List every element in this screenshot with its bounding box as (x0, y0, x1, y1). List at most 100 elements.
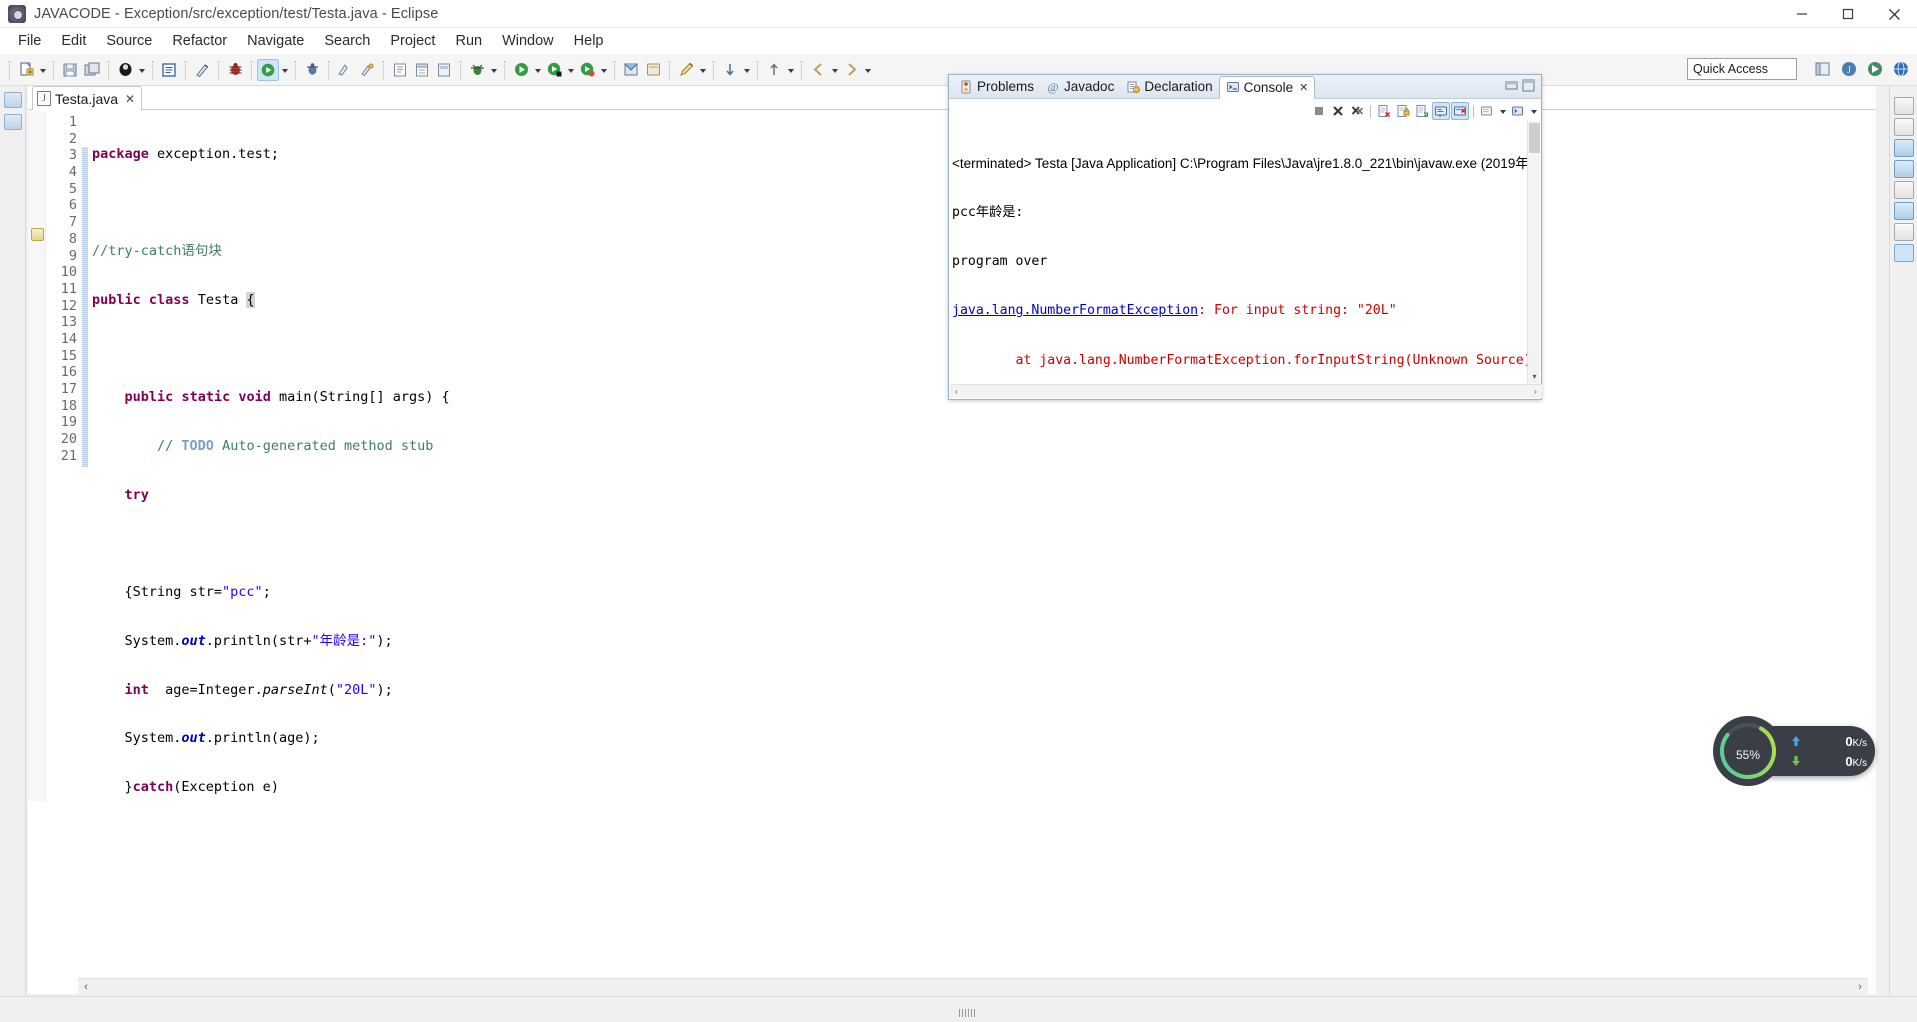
menu-refactor[interactable]: Refactor (162, 29, 237, 53)
remove-all-terminated-button[interactable] (1348, 102, 1366, 120)
next-annotation-dropdown-icon[interactable] (741, 59, 752, 81)
scroll-right-icon[interactable]: › (1529, 387, 1542, 396)
outline-rail-icon[interactable] (3, 114, 22, 130)
close-button[interactable] (1871, 0, 1917, 28)
search-pencil-icon[interactable] (675, 59, 697, 81)
remove-launch-button[interactable] (1329, 102, 1347, 120)
hierarchy-view-icon[interactable] (1893, 181, 1914, 199)
editor-tab-testa-java[interactable]: J Testa.java ✕ (32, 86, 143, 110)
back-nav-dropdown-icon[interactable] (829, 59, 840, 81)
menu-file[interactable]: File (8, 29, 51, 53)
toggle-mark-occurrences-icon[interactable] (191, 59, 213, 81)
run-history-icon[interactable] (543, 59, 565, 81)
menu-edit[interactable]: Edit (51, 29, 96, 53)
open-console-button[interactable] (1509, 102, 1527, 120)
scroll-left-icon[interactable]: ‹ (78, 981, 94, 993)
show-console-on-output-button[interactable] (1432, 102, 1450, 120)
open-type-icon[interactable] (158, 59, 180, 81)
run-external-tools-icon[interactable] (257, 58, 279, 81)
pin-console-button[interactable] (1451, 102, 1469, 120)
next-annotation-icon[interactable] (719, 59, 741, 81)
back-nav-icon[interactable] (807, 59, 829, 81)
scroll-right-icon[interactable]: › (1852, 981, 1868, 993)
clear-console-button[interactable] (1375, 102, 1393, 120)
menu-project[interactable]: Project (380, 29, 445, 53)
task-list-icon[interactable] (411, 59, 433, 81)
menu-help[interactable]: Help (564, 29, 614, 53)
debug-perspective-switch-icon[interactable] (1863, 57, 1887, 81)
javadoc-view-icon[interactable] (1893, 223, 1914, 241)
forward-nav-dropdown-icon[interactable] (862, 59, 873, 81)
open-perspective-icon[interactable] (620, 59, 642, 81)
outline-view-icon[interactable] (1893, 139, 1914, 157)
browser-perspective-icon[interactable] (1889, 57, 1913, 81)
new-wizard-dropdown-icon[interactable] (37, 59, 48, 81)
tab-declaration[interactable]: Declaration (1120, 75, 1218, 98)
problems-view-icon[interactable] (1893, 202, 1914, 220)
menu-window[interactable]: Window (492, 29, 564, 53)
console-horizontal-scrollbar[interactable]: ‹ › (950, 384, 1542, 398)
coverage-icon[interactable] (301, 59, 323, 81)
editor-horizontal-scrollbar[interactable]: ‹ › (78, 978, 1868, 994)
external-tools-dropdown-icon[interactable] (279, 59, 290, 81)
minimize-view-icon[interactable] (1893, 97, 1914, 115)
close-icon[interactable]: ✕ (1299, 81, 1308, 94)
customize-perspective-icon[interactable] (642, 59, 664, 81)
package-explorer-view-icon[interactable] (1893, 160, 1914, 178)
package-explorer-rail-icon[interactable] (3, 92, 22, 108)
run-configurations-icon[interactable] (576, 59, 598, 81)
tab-console[interactable]: Console ✕ (1218, 75, 1316, 99)
debug-bug-icon[interactable] (224, 59, 246, 81)
new-package-icon[interactable] (356, 59, 378, 81)
resize-grip-icon[interactable] (958, 1009, 975, 1017)
scroll-down-icon[interactable]: ▾ (1528, 370, 1541, 383)
tab-javadoc[interactable]: @ Javadoc (1040, 75, 1120, 98)
search-dropdown-icon[interactable] (697, 59, 708, 81)
new-wizard-icon[interactable] (15, 59, 37, 81)
maximize-view-icon[interactable] (1893, 118, 1914, 136)
run-configurations-dropdown-icon[interactable] (598, 59, 609, 81)
task-repository-icon[interactable] (433, 59, 455, 81)
console-view-icon[interactable] (1893, 244, 1914, 262)
console-vertical-scrollbar[interactable]: ▴ ▾ (1527, 121, 1540, 383)
maximize-view-icon[interactable] (1522, 79, 1535, 97)
open-console-dropdown-icon[interactable] (1528, 100, 1539, 122)
new-java-project-icon[interactable] (334, 59, 356, 81)
terminate-button[interactable] (1310, 102, 1328, 120)
save-icon[interactable] (59, 59, 81, 81)
debug-perspective-icon[interactable] (466, 59, 488, 81)
console-select-dropdown-icon[interactable] (1497, 100, 1508, 122)
debug-dropdown-icon[interactable] (488, 59, 499, 81)
word-wrap-button[interactable] (1413, 102, 1431, 120)
open-task-icon[interactable] (389, 59, 411, 81)
quick-access-input[interactable]: Quick Access (1687, 58, 1797, 80)
exception-type-link[interactable]: java.lang.NumberFormatException (952, 303, 1198, 318)
previous-annotation-icon[interactable] (763, 59, 785, 81)
menu-source[interactable]: Source (96, 29, 162, 53)
scroll-left-icon[interactable]: ‹ (950, 387, 963, 396)
run-icon[interactable] (510, 59, 532, 81)
network-speed-widget[interactable]: 55% 0K/s 0K/s (1713, 716, 1875, 786)
run-dropdown-icon[interactable] (532, 59, 543, 81)
annotation-ruler[interactable] (28, 111, 46, 801)
scrollbar-thumb[interactable] (1529, 123, 1540, 153)
open-perspective-button-icon[interactable] (1811, 57, 1835, 81)
close-icon[interactable]: ✕ (125, 92, 135, 106)
minimize-view-icon[interactable] (1505, 79, 1518, 97)
display-selected-console-button[interactable] (1478, 102, 1496, 120)
minimize-button[interactable] (1779, 0, 1825, 28)
print-icon[interactable] (114, 59, 136, 81)
menu-run[interactable]: Run (445, 29, 492, 53)
maximize-button[interactable] (1825, 0, 1871, 28)
menu-navigate[interactable]: Navigate (237, 29, 314, 53)
run-history-dropdown-icon[interactable] (565, 59, 576, 81)
menu-search[interactable]: Search (314, 29, 380, 53)
print-dropdown-icon[interactable] (136, 59, 147, 81)
java-perspective-icon[interactable]: J (1837, 57, 1861, 81)
scroll-lock-button[interactable] (1394, 102, 1412, 120)
previous-annotation-dropdown-icon[interactable] (785, 59, 796, 81)
save-all-icon[interactable] (81, 59, 103, 81)
console-output[interactable]: <terminated> Testa [Java Application] C:… (950, 121, 1528, 383)
tab-problems[interactable]: Problems (953, 75, 1040, 98)
forward-nav-icon[interactable] (840, 59, 862, 81)
